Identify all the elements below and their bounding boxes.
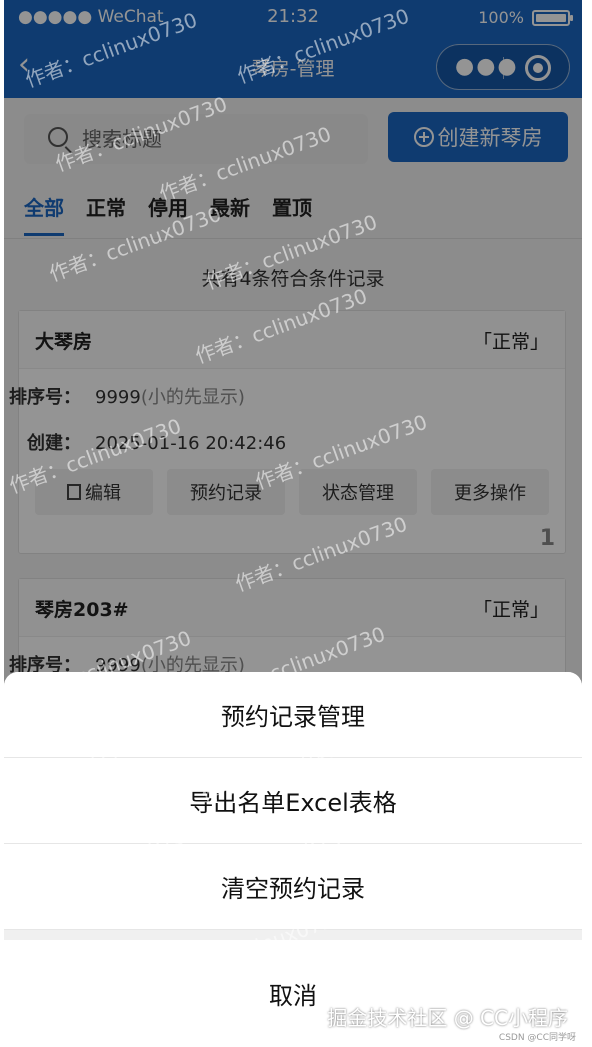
csdn-credit: CSDN @CC同学呀 xyxy=(498,1033,576,1043)
app-frame: ●●●●● WeChat 21:32 100% ‹ 琴房-管理 ●●● 创建新琴… xyxy=(4,0,582,1047)
sheet-item-booking-manage[interactable]: 预约记录管理 xyxy=(4,672,582,758)
source-credit: 掘金技术社区 @ CC小程序 xyxy=(327,1006,568,1030)
sheet-gap xyxy=(4,930,582,940)
sheet-item-export-excel[interactable]: 导出名单Excel表格 xyxy=(4,758,582,844)
sheet-item-clear-records[interactable]: 清空预约记录 xyxy=(4,844,582,930)
action-sheet: 预约记录管理 导出名单Excel表格 清空预约记录 取消 xyxy=(4,672,582,1047)
